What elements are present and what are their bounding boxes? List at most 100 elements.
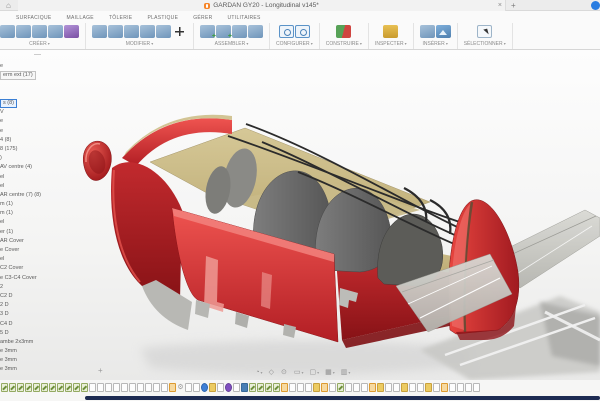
- plain-icon[interactable]: [89, 383, 96, 392]
- plain-icon[interactable]: [129, 383, 136, 392]
- plain-icon[interactable]: [193, 383, 200, 392]
- sketch-icon[interactable]: [41, 383, 48, 392]
- configuration-icon[interactable]: [279, 25, 294, 38]
- browser-item[interactable]: [0, 90, 60, 99]
- ribbon-group-label[interactable]: INSÉRER: [423, 41, 448, 47]
- plain-icon[interactable]: [105, 383, 112, 392]
- collapse-browser-icon[interactable]: —: [34, 51, 41, 58]
- browser-item[interactable]: AV centre (4): [0, 163, 60, 172]
- sketch-icon[interactable]: [73, 383, 80, 392]
- configuration-table-icon[interactable]: [295, 25, 310, 38]
- ribbon-tab[interactable]: TÔLERIE: [109, 15, 133, 21]
- gold-icon[interactable]: [425, 383, 432, 392]
- blue-circle-icon[interactable]: [201, 383, 208, 392]
- combine-icon[interactable]: [140, 25, 155, 38]
- plain-icon[interactable]: [409, 383, 416, 392]
- orange-icon[interactable]: [369, 383, 376, 392]
- orange-icon[interactable]: [441, 383, 448, 392]
- ribbon-tab[interactable]: MAILLAGE: [67, 15, 94, 21]
- browser-item[interactable]: m (1): [0, 209, 60, 218]
- browser-item[interactable]: C2 Cover: [0, 264, 60, 273]
- ribbon-group-label[interactable]: CONSTRUIRE: [326, 41, 362, 47]
- sketch-icon[interactable]: [265, 383, 272, 392]
- plain-icon[interactable]: [433, 383, 440, 392]
- browser-item[interactable]: C4 D: [0, 319, 60, 328]
- browser-item[interactable]: el: [0, 181, 60, 190]
- plain-icon[interactable]: [161, 383, 168, 392]
- select-icon[interactable]: [477, 25, 492, 38]
- joint-icon[interactable]: [216, 25, 231, 38]
- sketch-icon[interactable]: [257, 383, 264, 392]
- gold-icon[interactable]: [209, 383, 216, 392]
- browser-item[interactable]: s (8): [0, 99, 60, 108]
- fit-icon[interactable]: ▭▾: [294, 368, 304, 377]
- plain-icon[interactable]: [185, 383, 192, 392]
- split-body-icon[interactable]: [156, 25, 171, 38]
- browser-item[interactable]: 8 (175): [0, 145, 60, 154]
- shell-icon[interactable]: [124, 25, 139, 38]
- browser-item[interactable]: e: [0, 126, 60, 135]
- sketch-icon[interactable]: [9, 383, 16, 392]
- home-icon[interactable]: ⌂: [6, 0, 11, 11]
- plain-icon[interactable]: [137, 383, 144, 392]
- plain-icon[interactable]: [145, 383, 152, 392]
- gear-icon[interactable]: [177, 383, 184, 392]
- orange-icon[interactable]: [321, 383, 328, 392]
- sketch-icon[interactable]: [25, 383, 32, 392]
- sketch-icon[interactable]: [17, 383, 24, 392]
- gold-icon[interactable]: [313, 383, 320, 392]
- browser-item[interactable]: 5 D: [0, 328, 60, 337]
- revolve-icon[interactable]: [32, 25, 47, 38]
- plain-icon[interactable]: [153, 383, 160, 392]
- orbit-icon[interactable]: ◔▾: [255, 368, 262, 377]
- browser-item[interactable]: V: [0, 108, 60, 117]
- display-settings-icon[interactable]: ▢▾: [309, 368, 319, 377]
- browser-item[interactable]: ambe 2x3mm: [0, 338, 60, 347]
- model-canvas[interactable]: — e erm ext (17): [0, 50, 600, 380]
- plain-icon[interactable]: [97, 383, 104, 392]
- measure-icon[interactable]: [383, 25, 398, 38]
- browser-item[interactable]: erm ext (17): [0, 71, 60, 80]
- browser-item[interactable]: el: [0, 255, 60, 264]
- plain-icon[interactable]: [233, 383, 240, 392]
- plain-icon[interactable]: [465, 383, 472, 392]
- rigid-group-icon[interactable]: [248, 25, 263, 38]
- orange-icon[interactable]: [281, 383, 288, 392]
- browser-item[interactable]: 2: [0, 283, 60, 292]
- user-avatar[interactable]: [591, 1, 600, 10]
- ribbon-group-label[interactable]: INSPECTER: [375, 41, 407, 47]
- purple-circle-icon[interactable]: [225, 383, 232, 392]
- browser-item[interactable]: m (1): [0, 200, 60, 209]
- viewports-icon[interactable]: ▥▾: [341, 368, 351, 377]
- new-tab-button[interactable]: +: [511, 0, 516, 11]
- insert-derive-icon[interactable]: [420, 25, 435, 38]
- browser-item[interactable]: 3 D: [0, 310, 60, 319]
- solid-box-icon[interactable]: [0, 25, 15, 38]
- browser-item[interactable]: e 3mm: [0, 365, 60, 374]
- plain-icon[interactable]: [113, 383, 120, 392]
- form-icon[interactable]: [64, 25, 79, 38]
- construction-plane-icon[interactable]: [336, 25, 351, 38]
- sketch-icon[interactable]: [1, 383, 8, 392]
- ribbon-group-label[interactable]: CRÉER: [29, 41, 50, 47]
- plain-icon[interactable]: [217, 383, 224, 392]
- pan-icon[interactable]: ◇: [269, 368, 275, 377]
- plain-icon[interactable]: [345, 383, 352, 392]
- plain-icon[interactable]: [457, 383, 464, 392]
- sketch-icon[interactable]: [33, 383, 40, 392]
- document-tab[interactable]: GARDAN GY20 - Longitudinal v145* ×: [18, 0, 506, 11]
- browser-item[interactable]: e: [0, 62, 60, 71]
- sphere-icon[interactable]: [16, 25, 31, 38]
- browser-item[interactable]: [0, 80, 60, 89]
- ribbon-tab[interactable]: UTILITAIRES: [227, 15, 260, 21]
- plain-icon[interactable]: [329, 383, 336, 392]
- as-built-joint-icon[interactable]: [232, 25, 247, 38]
- canvas-icon[interactable]: [436, 25, 451, 38]
- nose-cowl[interactable]: [83, 141, 111, 180]
- ribbon-group-label[interactable]: SÉLECTIONNER: [464, 41, 506, 47]
- browser-item[interactable]: e C3-C4 Cover: [0, 273, 60, 282]
- plain-icon[interactable]: [449, 383, 456, 392]
- ribbon-tab[interactable]: SURFACIQUE: [16, 15, 52, 21]
- plain-icon[interactable]: [289, 383, 296, 392]
- new-component-icon[interactable]: [200, 25, 215, 38]
